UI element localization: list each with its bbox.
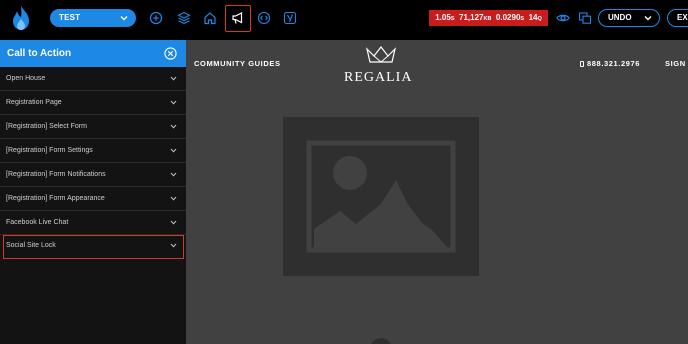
close-icon[interactable]	[164, 47, 177, 60]
menu-item-social-site-lock[interactable]: Social Site Lock	[3, 235, 184, 259]
panel-title: Call to Action	[7, 48, 72, 59]
menu-item-label: [Registration] Form Settings	[6, 147, 93, 154]
brand-name: REGALIA	[344, 70, 413, 85]
code-icon[interactable]	[257, 11, 271, 25]
phone-number: 888.321.2976	[587, 59, 641, 68]
undo-label: UNDO	[608, 13, 632, 22]
copy-icon[interactable]	[578, 11, 592, 25]
home-icon[interactable]	[203, 11, 217, 25]
chevron-down-icon	[170, 100, 177, 105]
flame-logo-icon[interactable]	[11, 5, 31, 31]
eye-icon[interactable]	[556, 11, 570, 25]
site-selector-dropdown[interactable]: TEST	[50, 9, 136, 27]
chevron-down-icon	[170, 148, 177, 153]
chevron-down-icon	[170, 76, 177, 81]
chevron-down-icon	[170, 196, 177, 201]
crown-logo-icon	[365, 46, 397, 63]
menu-item-select-form[interactable]: [Registration] Select Form	[0, 115, 186, 139]
layers-icon[interactable]	[177, 11, 191, 25]
nav-community-guides-link[interactable]: COMMUNITY GUIDES	[194, 59, 281, 68]
menu-item-label: Facebook Live Chat	[6, 219, 69, 226]
menu-item-registration-page[interactable]: Registration Page	[0, 91, 186, 115]
chevron-down-icon	[170, 220, 177, 225]
chevron-down-icon	[170, 243, 177, 248]
query-count: 14Q	[528, 13, 542, 22]
phone-number-link[interactable]: 888.321.2976	[580, 59, 640, 68]
undo-button[interactable]: UNDO	[598, 9, 660, 27]
menu-item-label: [Registration] Form Appearance	[6, 195, 105, 202]
menu-item-form-notifications[interactable]: [Registration] Form Notifications	[0, 163, 186, 187]
chevron-down-icon	[170, 124, 177, 129]
site-selector-label: TEST	[59, 13, 81, 22]
exit-label: EX	[677, 13, 688, 22]
chevron-down-icon	[120, 16, 128, 21]
menu-item-facebook-live-chat[interactable]: Facebook Live Chat	[0, 211, 186, 235]
menu-item-label: Registration Page	[6, 99, 62, 106]
panel-header: Call to Action	[0, 40, 186, 67]
site-preview: COMMUNITY GUIDES REGALIA 888.321.2976 SI…	[186, 40, 688, 344]
menu-item-form-appearance[interactable]: [Registration] Form Appearance	[0, 187, 186, 211]
chevron-down-icon	[644, 16, 652, 21]
page-size: 71,127KB	[459, 13, 492, 22]
menu-item-form-settings[interactable]: [Registration] Form Settings	[0, 139, 186, 163]
image-placeholder-icon	[283, 117, 479, 276]
scroll-indicator	[370, 338, 392, 344]
page-load-time: 1.05S	[435, 13, 455, 22]
add-icon[interactable]	[149, 11, 163, 25]
top-toolbar: TEST 1.05S 71,127KB 0.0290S 14Q UNDO EX	[0, 0, 688, 36]
exit-button[interactable]: EX	[667, 9, 688, 27]
call-to-action-panel: Call to Action Open House Registration P…	[0, 40, 186, 344]
megaphone-icon[interactable]	[231, 11, 245, 25]
performance-stats-badge: 1.05S 71,127KB 0.0290S 14Q	[429, 10, 548, 26]
chevron-down-icon	[170, 172, 177, 177]
menu-item-label: Social Site Lock	[6, 242, 56, 249]
menu-item-open-house[interactable]: Open House	[0, 67, 186, 91]
menu-item-label: Open House	[6, 75, 46, 82]
query-time: 0.0290S	[495, 13, 525, 22]
menu-item-label: [Registration] Form Notifications	[6, 171, 106, 178]
nav-sign-in-link[interactable]: SIGN	[665, 59, 686, 68]
menu-item-label: [Registration] Select Form	[6, 123, 87, 130]
settings-menu: Open House Registration Page [Registrati…	[0, 67, 186, 259]
phone-icon	[580, 61, 584, 67]
yoast-icon[interactable]	[283, 11, 297, 25]
